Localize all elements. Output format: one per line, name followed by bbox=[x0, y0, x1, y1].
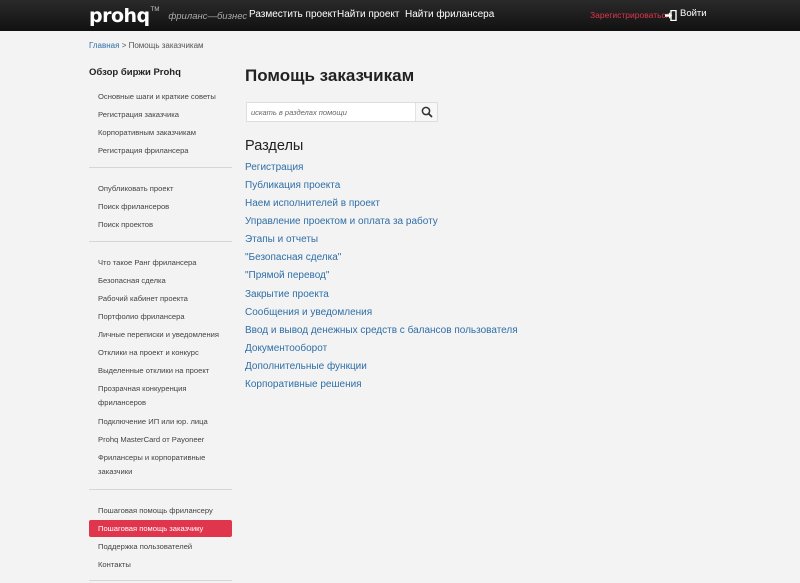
sidebar-divider bbox=[89, 167, 232, 168]
section-link-publish[interactable]: Публикация проекта bbox=[245, 180, 340, 191]
sidebar-item-client-help-active[interactable]: Пошаговая помощь заказчику bbox=[89, 520, 232, 537]
sidebar-item-support[interactable]: Поддержка пользователей bbox=[89, 541, 232, 553]
section-link-messages[interactable]: Сообщения и уведомления bbox=[245, 307, 372, 318]
section-link-closing[interactable]: Закрытие проекта bbox=[245, 289, 329, 300]
sidebar-item-freelancer-help[interactable]: Пошаговая помощь фрилансеру bbox=[89, 505, 232, 517]
sidebar-item-contacts[interactable]: Контакты bbox=[89, 559, 232, 571]
nav-find-freelancer[interactable]: Найти фрилансера bbox=[405, 9, 494, 20]
sidebar: Обзор биржи Prohq bbox=[89, 67, 232, 81]
nav-post-project[interactable]: Разместить проект bbox=[249, 9, 337, 20]
sidebar-item-messages[interactable]: Личные переписки и уведомления bbox=[89, 329, 232, 341]
section-link-documents[interactable]: Документооборот bbox=[245, 343, 327, 354]
section-link-management[interactable]: Управление проектом и оплата за работу bbox=[245, 216, 438, 227]
register-link[interactable]: Зарегистрироваться bbox=[590, 10, 670, 20]
sidebar-item-highlighted-responses[interactable]: Выделенные отклики на проект bbox=[89, 365, 232, 377]
breadcrumb-current: Помощь заказчикам bbox=[128, 41, 204, 50]
section-link-hiring[interactable]: Наем исполнителей в проект bbox=[245, 198, 380, 209]
section-link-corporate[interactable]: Корпоративные решения bbox=[245, 379, 362, 390]
logo-tagline: фриланс—бизнес bbox=[168, 11, 248, 22]
sidebar-divider bbox=[89, 241, 232, 242]
sidebar-item-find-projects[interactable]: Поиск проектов bbox=[89, 219, 232, 231]
sidebar-item-basic-steps[interactable]: Основные шаги и краткие советы bbox=[89, 91, 232, 103]
sidebar-item-label: фрилансеров bbox=[98, 398, 147, 407]
sidebar-divider bbox=[89, 489, 232, 490]
sections-heading: Разделы bbox=[245, 138, 304, 154]
section-link-funds[interactable]: Ввод и вывод денежных средств с балансов… bbox=[245, 325, 518, 336]
logo-word: prohq bbox=[89, 5, 150, 27]
login-button[interactable]: Войти bbox=[665, 8, 707, 22]
sidebar-item-freelancers-corporate[interactable]: Фрилансеры и корпоративные заказчики bbox=[89, 452, 232, 478]
top-navigation-bar: prohq TM фриланс—бизнес Разместить проек… bbox=[0, 0, 800, 31]
sidebar-item-freelancer-registration[interactable]: Регистрация фрилансера bbox=[89, 145, 232, 157]
sidebar-item-safe-deal[interactable]: Безопасная сделка bbox=[89, 275, 232, 287]
section-link-safe-deal[interactable]: "Безопасная сделка" bbox=[245, 252, 341, 263]
sidebar-divider bbox=[89, 580, 232, 581]
sidebar-item-publish-project[interactable]: Опубликовать проект bbox=[89, 183, 232, 195]
sidebar-item-corporate-clients[interactable]: Корпоративным заказчикам bbox=[89, 127, 232, 139]
search-box bbox=[246, 102, 438, 122]
sidebar-title: Обзор биржи Prohq bbox=[89, 67, 181, 78]
sidebar-item-label: Прозрачная конкуренция bbox=[98, 384, 187, 393]
sidebar-item-label: заказчики bbox=[98, 467, 133, 476]
logo-tm: TM bbox=[150, 7, 160, 13]
sidebar-item-mastercard[interactable]: Prohq MasterCard от Payoneer bbox=[89, 434, 232, 446]
sidebar-item-label: Фрилансеры и корпоративные bbox=[98, 453, 206, 462]
section-link-stages[interactable]: Этапы и отчеты bbox=[245, 234, 318, 245]
search-button[interactable] bbox=[415, 103, 437, 121]
sidebar-item-freelancer-rank[interactable]: Что такое Ранг фрилансера bbox=[89, 257, 232, 269]
login-label: Войти bbox=[680, 8, 707, 19]
search-input[interactable] bbox=[247, 103, 412, 121]
section-link-direct-transfer[interactable]: "Прямой перевод" bbox=[245, 270, 329, 281]
breadcrumb-home[interactable]: Главная bbox=[89, 41, 119, 50]
section-link-extra-functions[interactable]: Дополнительные функции bbox=[245, 361, 367, 372]
sidebar-item-project-cabinet[interactable]: Рабочий кабинет проекта bbox=[89, 293, 232, 305]
logo[interactable]: prohq TM фриланс—бизнес bbox=[89, 3, 247, 27]
breadcrumb: Главная > Помощь заказчикам bbox=[89, 41, 204, 50]
sidebar-item-portfolio[interactable]: Портфолио фрилансера bbox=[89, 311, 232, 323]
nav-find-project[interactable]: Найти проект bbox=[337, 9, 399, 20]
search-icon bbox=[421, 106, 433, 118]
sidebar-item-client-registration[interactable]: Регистрация заказчика bbox=[89, 109, 232, 121]
sidebar-item-responses[interactable]: Отклики на проект и конкурс bbox=[89, 347, 232, 359]
sidebar-item-transparent-competition[interactable]: Прозрачная конкуренция фрилансеров bbox=[89, 383, 232, 409]
login-icon bbox=[665, 8, 677, 22]
sidebar-item-legal-entity[interactable]: Подключение ИП или юр. лица bbox=[89, 416, 232, 428]
page-title: Помощь заказчикам bbox=[245, 66, 415, 85]
section-link-registration[interactable]: Регистрация bbox=[245, 162, 303, 173]
breadcrumb-separator: > bbox=[121, 41, 127, 50]
sidebar-item-find-freelancers[interactable]: Поиск фрилансеров bbox=[89, 201, 232, 213]
